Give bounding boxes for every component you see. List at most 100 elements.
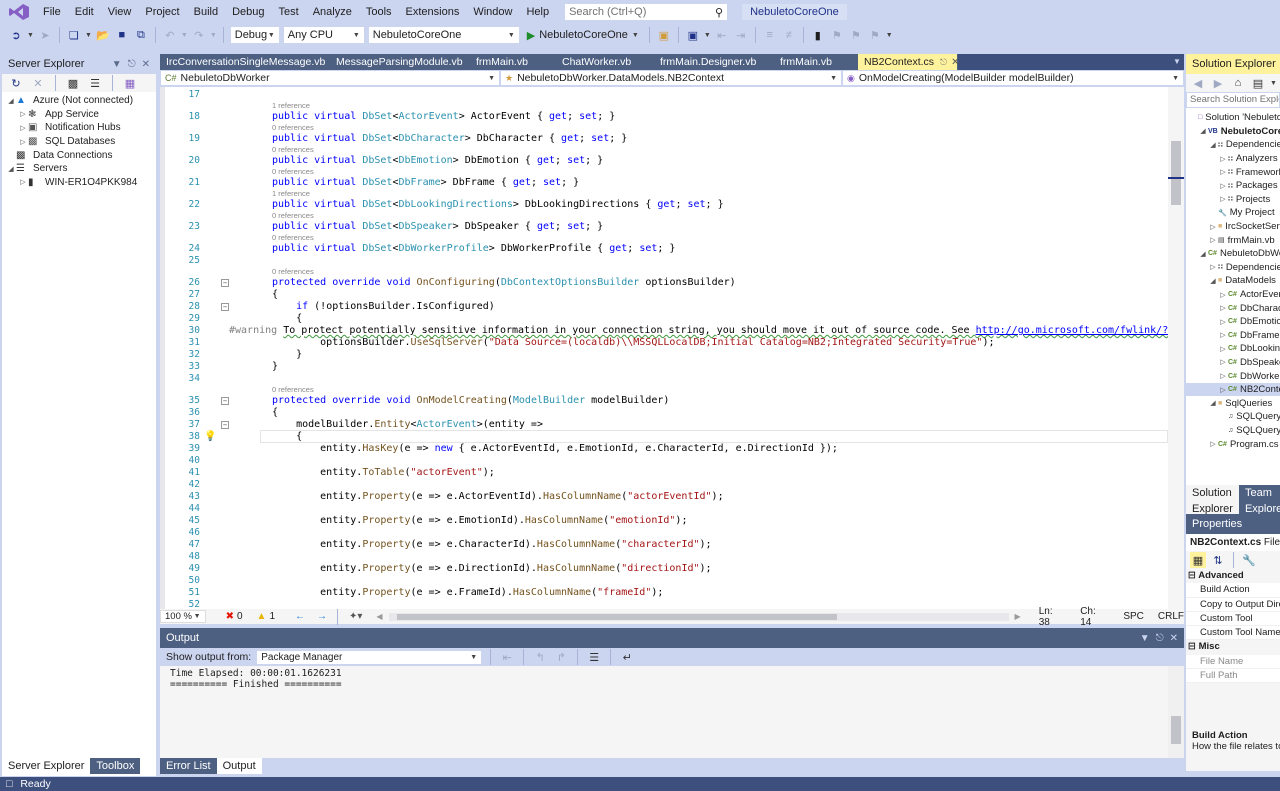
- refresh-icon[interactable]: ↻: [8, 75, 24, 91]
- code-lens-references[interactable]: 0 references: [272, 211, 314, 221]
- solution-tree-item[interactable]: ▷ C# Program.cs: [1186, 437, 1280, 451]
- code-lens-references[interactable]: 0 references: [272, 145, 314, 155]
- code-lens-references[interactable]: 1 reference: [272, 189, 310, 199]
- code-line[interactable]: 38 💡 {: [160, 430, 1168, 443]
- outdent-icon[interactable]: ⇥: [733, 27, 749, 43]
- collapse-region-icon[interactable]: −: [221, 397, 229, 405]
- navigate-forward-icon[interactable]: ➤: [37, 27, 53, 43]
- code-line[interactable]: 52: [160, 599, 1168, 609]
- menu-test[interactable]: Test: [272, 0, 306, 24]
- collapsed-arrow-icon[interactable]: ▷: [1208, 223, 1218, 231]
- menu-analyze[interactable]: Analyze: [306, 0, 359, 24]
- code-line[interactable]: 31 optionsBuilder.UseSqlServer("Data Sou…: [160, 337, 1168, 349]
- scrollbar-thumb[interactable]: [1171, 141, 1181, 205]
- next-message-icon[interactable]: ↱: [553, 649, 569, 665]
- menu-debug[interactable]: Debug: [225, 0, 271, 24]
- scroll-left-icon[interactable]: ◀: [376, 612, 382, 621]
- solution-tree-item[interactable]: ▷C#DbCharacter.cs: [1186, 301, 1280, 315]
- menu-view[interactable]: View: [101, 0, 139, 24]
- tree-item[interactable]: ▩ Data Connections: [2, 148, 156, 162]
- code-lens-references[interactable]: 0 references: [272, 385, 314, 395]
- collapsed-arrow-icon[interactable]: ▷: [1208, 263, 1218, 271]
- tab-chatworker-vb[interactable]: ChatWorker.vb: [556, 54, 654, 70]
- code-line[interactable]: 22 public virtual DbSet<DbLookingDirectio…: [160, 199, 1168, 211]
- tab-overflow-icon[interactable]: ▼: [1170, 54, 1184, 70]
- tab-solution-explorer[interactable]: Solution Explorer: [1186, 485, 1239, 517]
- connect-database-icon[interactable]: ▩: [65, 75, 81, 91]
- collapse-category-icon[interactable]: ⊟: [1188, 641, 1199, 652]
- property-row[interactable]: Custom Tool Namespace: [1186, 626, 1280, 641]
- collapse-region-icon[interactable]: −: [221, 421, 229, 429]
- code-line[interactable]: 33}: [160, 361, 1168, 373]
- platform-dropdown[interactable]: Any CPU ▼: [282, 26, 365, 44]
- property-category[interactable]: ⊟ Advanced: [1186, 569, 1280, 584]
- properties-object-selector[interactable]: NB2Context.cs File Properties: [1186, 534, 1280, 551]
- output-scrollbar[interactable]: [1168, 666, 1184, 758]
- code-line[interactable]: 42: [160, 479, 1168, 491]
- save-icon[interactable]: ■: [114, 27, 130, 43]
- stop-icon[interactable]: ✕: [30, 75, 46, 91]
- expanded-arrow-icon[interactable]: ◢: [1208, 141, 1218, 149]
- code-line[interactable]: 40: [160, 455, 1168, 467]
- code-lens-references[interactable]: 0 references: [272, 233, 314, 243]
- code-line[interactable]: 17: [160, 89, 1168, 101]
- collapsed-arrow-icon[interactable]: ▷: [1218, 291, 1228, 299]
- collapsed-arrow-icon[interactable]: ▷: [1208, 440, 1218, 448]
- browser-link-icon[interactable]: ▣: [656, 27, 672, 43]
- collapsed-arrow-icon[interactable]: ▷: [1218, 358, 1228, 366]
- startup-project-dropdown[interactable]: NebuletoCoreOne ▼: [367, 26, 520, 44]
- collapsed-arrow-icon[interactable]: ▷: [1218, 386, 1228, 394]
- collapse-region-icon[interactable]: −: [221, 303, 229, 311]
- tab-frmmain-designer-vb[interactable]: frmMain.Designer.vb: [654, 54, 774, 70]
- code-line[interactable]: 48: [160, 551, 1168, 563]
- solution-tree-item[interactable]: ♫SQLQuery1.sql: [1186, 410, 1280, 424]
- solution-tree-item[interactable]: ▷ ∷ Projects: [1186, 193, 1280, 207]
- search-input[interactable]: Search (Ctrl+Q) ⚲: [564, 3, 729, 21]
- solution-tree-item[interactable]: ▷C#DbSpeaker.cs: [1186, 356, 1280, 370]
- solution-tree-item[interactable]: ▷C#ActorEvent.cs: [1186, 288, 1280, 302]
- solution-tree-item[interactable]: ▷ ∷ Analyzers: [1186, 152, 1280, 166]
- collapsed-arrow-icon[interactable]: ▷: [1218, 195, 1228, 203]
- tree-item[interactable]: ▷ ▣ Notification Hubs: [2, 121, 156, 135]
- code-lens-references[interactable]: 1 reference: [272, 101, 310, 111]
- expanded-arrow-icon[interactable]: ◢: [1198, 250, 1208, 258]
- code-line[interactable]: 26 − protected override void OnConfiguring…: [160, 277, 1168, 289]
- property-row[interactable]: Full Path: [1186, 669, 1280, 684]
- code-line[interactable]: 50: [160, 575, 1168, 587]
- menu-edit[interactable]: Edit: [68, 0, 101, 24]
- tab-messageparsingmodule-vb[interactable]: MessageParsingModule.vb: [330, 54, 470, 70]
- solution-tree-item[interactable]: ▷■IrcSocketServer: [1186, 220, 1280, 234]
- pin-tab-icon[interactable]: ⎋: [940, 57, 947, 67]
- tab-toolbox[interactable]: Toolbox: [90, 758, 141, 774]
- output-text[interactable]: Time Elapsed: 00:00:01.1626231 =========…: [160, 666, 1184, 758]
- new-project-icon[interactable]: ❏: [66, 27, 82, 43]
- type-dropdown[interactable]: ★ NebuletoDbWorker.DataModels.NB2Context …: [500, 70, 842, 86]
- menu-file[interactable]: File: [36, 0, 68, 24]
- pin-icon[interactable]: ⎋: [1156, 633, 1164, 644]
- solution-tree-item[interactable]: ◢ ■ DataModels: [1186, 274, 1280, 288]
- categorized-icon[interactable]: ▦: [1190, 552, 1206, 568]
- collapsed-arrow-icon[interactable]: ▷: [1208, 236, 1218, 244]
- code-line[interactable]: 28 − if (!optionsBuilder.IsConfigured): [160, 301, 1168, 313]
- solution-tree-item[interactable]: ◢ ■ SqlQueries: [1186, 396, 1280, 410]
- code-line[interactable]: 23 public virtual DbSet<DbSpeaker> DbSpea…: [160, 221, 1168, 233]
- configuration-dropdown[interactable]: Debug ▼: [229, 26, 280, 44]
- solution-tree-item[interactable]: ◢∷Dependencies: [1186, 138, 1280, 152]
- property-row[interactable]: File Name: [1186, 654, 1280, 670]
- zoom-dropdown[interactable]: 100 % ▼: [160, 610, 206, 623]
- close-tab-icon[interactable]: ✕: [951, 57, 959, 68]
- collapsed-arrow-icon[interactable]: ▷: [1218, 345, 1228, 353]
- code-line[interactable]: 46: [160, 527, 1168, 539]
- code-line[interactable]: 47 entity.Property(e => e.CharacterId).H…: [160, 539, 1168, 551]
- tab-ircconversationsinglemessage-vb[interactable]: IrcConversationSingleMessage.vb: [160, 54, 330, 70]
- uncomment-icon[interactable]: ≠: [781, 27, 797, 43]
- tab-frmmain-vb[interactable]: frmMain.vb: [774, 54, 858, 70]
- code-line[interactable]: 49 entity.Property(e => e.DirectionId).H…: [160, 563, 1168, 575]
- tree-item[interactable]: ◢ ▲ Azure (Not connected): [2, 94, 156, 108]
- warning-count[interactable]: 1: [269, 611, 275, 622]
- solution-tree-item[interactable]: ▷C#DbEmotion.cs: [1186, 315, 1280, 329]
- code-line[interactable]: 36 {: [160, 407, 1168, 419]
- menu-help[interactable]: Help: [519, 0, 556, 24]
- editor-horizontal-scrollbar[interactable]: [388, 612, 1009, 621]
- collapsed-arrow-icon[interactable]: ▷: [18, 178, 28, 186]
